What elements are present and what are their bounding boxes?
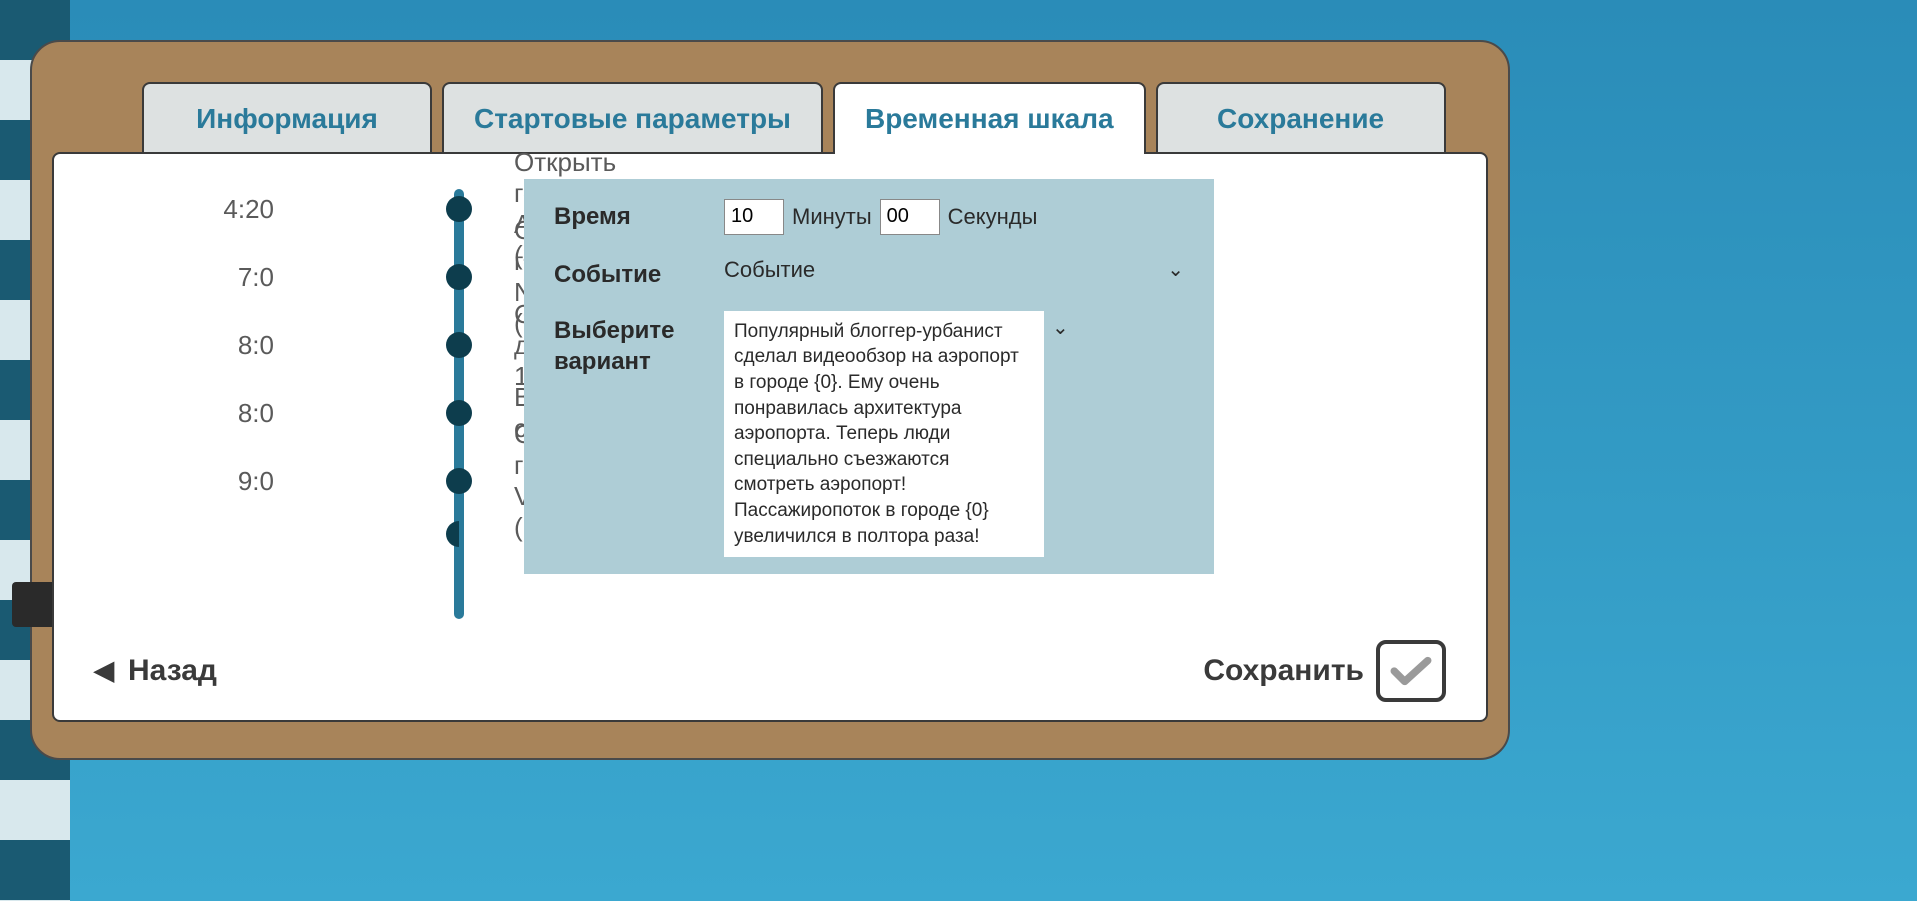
timeline-half-dot [446, 521, 472, 547]
timeline-time: 4:20 [94, 194, 354, 225]
seconds-label: Секунды [948, 204, 1038, 230]
timeline-row[interactable]: 8:0 Вывести сообщение [94, 398, 354, 429]
save-label: Сохранить [1203, 654, 1364, 688]
back-label: Назад [128, 654, 217, 688]
back-arrow-icon: ◀ [94, 655, 114, 686]
timeline-time: 7:0 [94, 262, 354, 293]
timeline-row[interactable]: 9:0 Открыть город Vorkuta ( [94, 466, 354, 497]
save-checkbox[interactable] [1376, 640, 1446, 702]
variant-textbox[interactable]: Популярный блоггер-урбанист сделал видео… [724, 311, 1044, 558]
timeline-time: 8:0 [94, 330, 354, 361]
timeline-dot [446, 264, 472, 290]
timeline-row[interactable]: 4:20 Открыть город Apatity (3 3) [94, 194, 354, 225]
timeline-dot [446, 400, 472, 426]
tab-start-params[interactable]: Стартовые параметры [442, 82, 823, 154]
timeline-dot [446, 468, 472, 494]
clipboard-frame: Информация Стартовые параметры Временная… [30, 40, 1510, 760]
tabs-row: Информация Стартовые параметры Временная… [142, 82, 1488, 154]
panel-row-time: Время Минуты Секунды [554, 199, 1184, 235]
timeline-dot [446, 332, 472, 358]
event-edit-panel: Время Минуты Секунды Событие Событие ⌄ [524, 179, 1214, 574]
minutes-label: Минуты [792, 204, 872, 230]
footer: ◀ Назад Сохранить [94, 640, 1446, 702]
tab-timeline[interactable]: Временная шкала [833, 82, 1146, 154]
variant-label: Выберите вариант [554, 311, 724, 377]
timeline-time: 8:0 [94, 398, 354, 429]
chevron-down-icon: ⌄ [1052, 315, 1069, 340]
timeline-row[interactable]: 7:0 Открыть город Nakhodka (79775) [94, 262, 354, 293]
minutes-input[interactable] [724, 199, 784, 235]
timeline-container: 4:20 Открыть город Apatity (3 3) 7:0 Отк… [94, 184, 1446, 604]
panel-row-event: Событие Событие ⌄ [554, 257, 1184, 289]
panel-row-variant: Выберите вариант Популярный блоггер-урба… [554, 311, 1184, 558]
tab-information[interactable]: Информация [142, 82, 432, 154]
chevron-down-icon: ⌄ [1167, 257, 1184, 282]
time-label: Время [554, 199, 724, 231]
checkmark-icon [1390, 653, 1432, 689]
timeline-time: 9:0 [94, 466, 354, 497]
event-label: Событие [554, 257, 724, 289]
timeline-row[interactable]: 8:0 Списать деньги 1000 [94, 330, 354, 361]
event-select-value: Событие [724, 257, 815, 283]
seconds-input[interactable] [880, 199, 940, 235]
tab-save[interactable]: Сохранение [1156, 82, 1446, 154]
back-button[interactable]: ◀ Назад [94, 654, 217, 688]
save-button[interactable]: Сохранить [1203, 640, 1446, 702]
event-select[interactable]: Событие ⌄ [724, 257, 1184, 283]
timeline-dot [446, 196, 472, 222]
paper-sheet: 4:20 Открыть город Apatity (3 3) 7:0 Отк… [52, 152, 1488, 722]
